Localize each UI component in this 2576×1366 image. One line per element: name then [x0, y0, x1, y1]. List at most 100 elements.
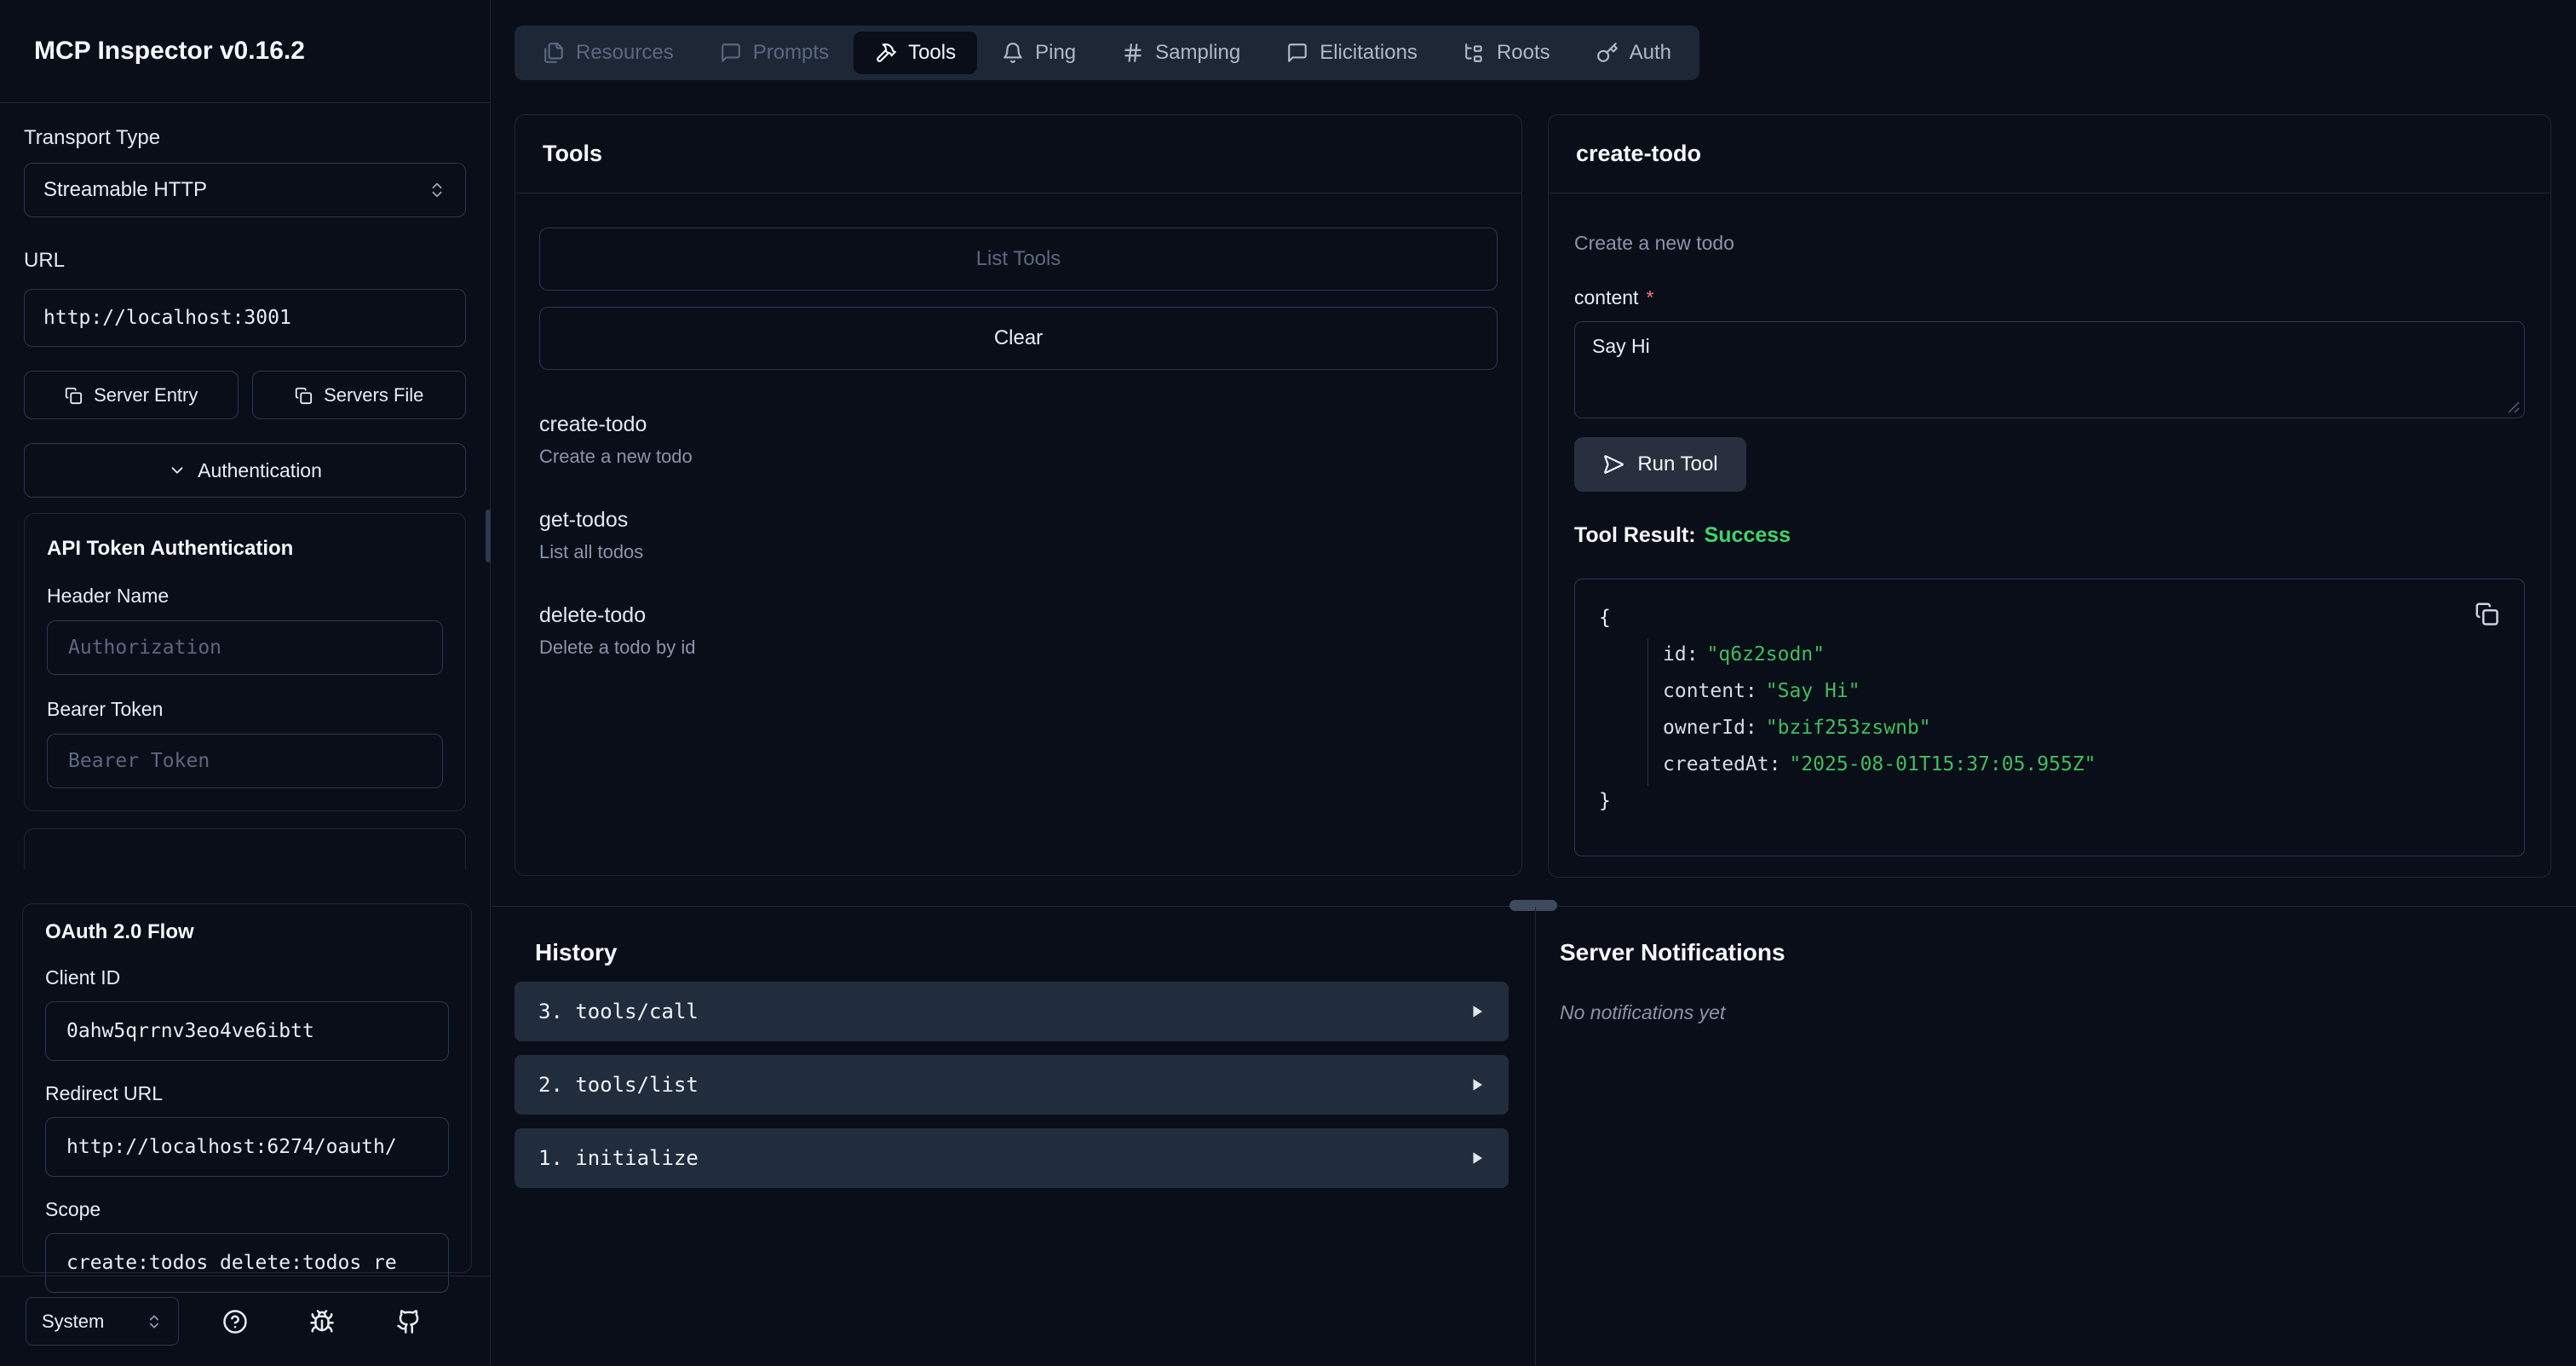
tab-label: Sampling: [1155, 41, 1240, 65]
client-id-input[interactable]: 0ahw5qrrnv3eo4ve6ibtt: [45, 1001, 449, 1061]
client-id-label: Client ID: [45, 965, 449, 989]
json-key: ownerId:: [1663, 717, 1757, 739]
capability-tabbar: Resources Prompts Tools Ping Sampling El…: [515, 26, 1699, 80]
url-value: http://localhost:3001: [43, 307, 291, 329]
tab-label: Roots: [1497, 41, 1550, 65]
expand-arrow-icon: [1469, 1004, 1485, 1019]
theme-value: System: [42, 1311, 137, 1333]
tab-label: Ping: [1035, 41, 1076, 65]
resize-handle-icon[interactable]: [2508, 401, 2520, 413]
tab-auth[interactable]: Auth: [1575, 32, 1693, 74]
tab-sampling[interactable]: Sampling: [1101, 32, 1262, 74]
server-entry-label: Server Entry: [94, 384, 198, 406]
split-drag-handle[interactable]: [1509, 900, 1557, 911]
history-item-tools-list[interactable]: 2. tools/list: [515, 1055, 1509, 1115]
json-value: "2025-08-01T15:37:05.955Z": [1789, 753, 2096, 775]
no-notifications-message: No notifications yet: [1560, 1000, 2497, 1024]
redirect-url-label: Redirect URL: [45, 1081, 449, 1105]
vertical-split-divider: [1535, 907, 1536, 1366]
message-square-icon: [720, 42, 742, 64]
tool-list-item-create-todo[interactable]: create-todo Create a new todo: [539, 411, 1498, 469]
json-key: content:: [1663, 680, 1757, 702]
expand-arrow-icon: [1469, 1077, 1485, 1092]
help-button[interactable]: [215, 1301, 256, 1342]
json-open-brace: {: [1599, 607, 1611, 629]
history-item-initialize[interactable]: 1. initialize: [515, 1128, 1509, 1188]
github-button[interactable]: [388, 1301, 429, 1342]
tool-description: List all todos: [539, 540, 1498, 564]
copy-icon: [2474, 601, 2499, 626]
transport-type-label: Transport Type: [24, 125, 466, 151]
server-entry-button[interactable]: Server Entry: [24, 371, 239, 419]
tab-label: Resources: [576, 41, 674, 65]
message-square-icon: [1286, 42, 1308, 64]
bug-icon: [309, 1309, 335, 1334]
authentication-toggle[interactable]: Authentication: [24, 443, 466, 498]
header-name-label: Header Name: [47, 584, 443, 608]
json-value: "Say Hi": [1766, 680, 1860, 702]
hash-icon: [1122, 42, 1144, 64]
key-icon: [1596, 42, 1619, 64]
sidebar-scrollbar-thumb[interactable]: [486, 510, 491, 562]
url-label: URL: [24, 248, 466, 274]
expand-arrow-icon: [1469, 1150, 1485, 1166]
header-name-placeholder: Authorization: [68, 637, 221, 659]
url-input[interactable]: http://localhost:3001: [24, 289, 466, 347]
json-key: createdAt:: [1663, 753, 1780, 775]
tool-list-item-delete-todo[interactable]: delete-todo Delete a todo by id: [539, 602, 1498, 660]
content-textarea[interactable]: Say Hi: [1574, 321, 2525, 418]
copy-json-button[interactable]: [2470, 597, 2504, 631]
bearer-token-input[interactable]: Bearer Token: [47, 734, 443, 788]
tab-tools[interactable]: Tools: [854, 32, 977, 74]
tool-description: Delete a todo by id: [539, 636, 1498, 660]
json-close-brace: }: [1599, 790, 1611, 812]
clear-button[interactable]: Clear: [539, 307, 1498, 370]
tools-panel: Tools List Tools Clear create-todo Creat…: [515, 114, 1522, 876]
tool-description: Create a new todo: [539, 445, 1498, 469]
tab-label: Auth: [1630, 41, 1671, 65]
run-tool-label: Run Tool: [1637, 452, 1717, 476]
authentication-toggle-label: Authentication: [198, 459, 322, 482]
history-item-tools-call[interactable]: 3. tools/call: [515, 982, 1509, 1041]
tab-resources[interactable]: Resources: [521, 32, 695, 74]
header-name-input[interactable]: Authorization: [47, 620, 443, 675]
hammer-icon: [875, 42, 897, 64]
json-indent-guide: [1647, 639, 1648, 786]
bell-icon: [1002, 42, 1024, 64]
content-field-label: content: [1574, 285, 1638, 309]
list-tools-button[interactable]: List Tools: [539, 228, 1498, 291]
tool-detail-description: Create a new todo: [1574, 231, 2525, 255]
tool-result-label: Tool Result:: [1574, 523, 1696, 547]
api-token-auth-title: API Token Authentication: [47, 536, 443, 562]
copy-icon: [64, 386, 83, 405]
redirect-url-input[interactable]: http://localhost:6274/oauth/: [45, 1117, 449, 1177]
run-tool-button[interactable]: Run Tool: [1574, 437, 1746, 492]
chevron-down-icon: [168, 461, 187, 480]
redirect-url-value: http://localhost:6274/oauth/: [66, 1136, 397, 1158]
tool-name: get-todos: [539, 506, 1498, 533]
tool-list-item-get-todos[interactable]: get-todos List all todos: [539, 506, 1498, 564]
transport-type-select[interactable]: Streamable HTTP: [24, 163, 466, 217]
tab-prompts[interactable]: Prompts: [699, 32, 850, 74]
scope-value: create:todos delete:todos re: [66, 1252, 397, 1274]
tab-ping[interactable]: Ping: [980, 32, 1097, 74]
server-notifications-panel: Server Notifications No notifications ye…: [1560, 937, 2497, 1024]
theme-select[interactable]: System: [26, 1297, 179, 1346]
sidebar-scroll-area[interactable]: Transport Type Streamable HTTP URL http:…: [0, 104, 490, 869]
tab-elicitations[interactable]: Elicitations: [1265, 32, 1439, 74]
tab-label: Prompts: [753, 41, 829, 65]
chevrons-up-down-icon: [146, 1313, 163, 1330]
tab-label: Elicitations: [1320, 41, 1417, 65]
oauth-flow-title: OAuth 2.0 Flow: [45, 919, 449, 945]
tool-result-json: { id:"q6z2sodn" content:"Say Hi" ownerId…: [1574, 579, 2525, 856]
report-bug-button[interactable]: [302, 1301, 342, 1342]
bearer-token-label: Bearer Token: [47, 697, 443, 721]
chevrons-up-down-icon: [428, 181, 446, 199]
tab-roots[interactable]: Roots: [1442, 32, 1572, 74]
json-key: id:: [1663, 643, 1699, 666]
servers-file-button[interactable]: Servers File: [252, 371, 467, 419]
scope-label: Scope: [45, 1197, 449, 1221]
tool-detail-title: create-todo: [1549, 115, 2550, 193]
history-title: History: [535, 937, 1509, 968]
required-asterisk: *: [1646, 285, 1653, 309]
